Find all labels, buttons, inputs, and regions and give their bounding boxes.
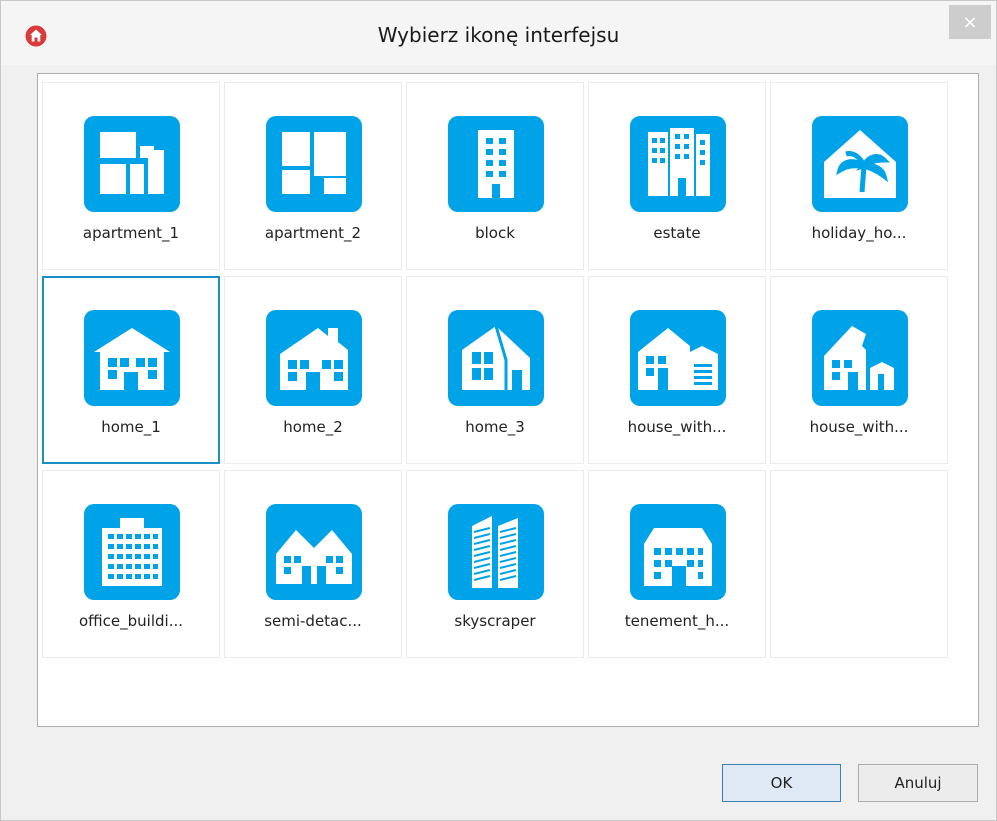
icon-tile-label: apartment_2 xyxy=(264,224,362,242)
icon-tile-label: house_with... xyxy=(627,418,727,436)
title-bar: Wybierz ikonę interfejsu × xyxy=(1,1,996,65)
skyscraper-icon xyxy=(448,504,544,600)
icon-tile[interactable]: apartment_2 xyxy=(224,82,402,270)
estate-icon xyxy=(630,116,726,212)
house-with-annex-icon xyxy=(812,310,908,406)
icon-tile-label: block xyxy=(475,224,515,242)
icon-tile[interactable]: apartment_1 xyxy=(42,82,220,270)
icon-tile-label: skyscraper xyxy=(454,612,536,630)
icon-tile-label: home_2 xyxy=(283,418,343,436)
office-building-icon xyxy=(84,504,180,600)
icon-tile[interactable]: office_buildi... xyxy=(42,470,220,658)
home-1-icon xyxy=(84,310,180,406)
holiday-house-icon xyxy=(812,116,908,212)
icon-tile[interactable]: home_2 xyxy=(224,276,402,464)
cancel-button[interactable]: Anuluj xyxy=(858,764,978,802)
icon-tile[interactable]: holiday_ho... xyxy=(770,82,948,270)
icon-tile[interactable]: house_with... xyxy=(770,276,948,464)
icon-tile-label: tenement_h... xyxy=(624,612,730,630)
ok-button[interactable]: OK xyxy=(722,764,841,802)
icon-tile-label: apartment_1 xyxy=(82,224,180,242)
icon-tile[interactable]: block xyxy=(406,82,584,270)
house-with-garage-icon xyxy=(630,310,726,406)
icon-tile-label: estate xyxy=(653,224,701,242)
icon-grid[interactable]: apartment_1 apartment_2 block estate holiday… xyxy=(37,73,979,727)
apartment-1-icon xyxy=(84,116,180,212)
icon-tile[interactable]: skyscraper xyxy=(406,470,584,658)
close-icon: × xyxy=(962,11,978,33)
icon-tile-label: house_with... xyxy=(809,418,909,436)
icon-tile[interactable]: home_3 xyxy=(406,276,584,464)
icon-tile-label: home_1 xyxy=(101,418,161,436)
icon-tile[interactable]: house_with... xyxy=(588,276,766,464)
icon-tile-label: semi-detac... xyxy=(264,612,362,630)
close-button[interactable]: × xyxy=(949,5,991,39)
icon-tile[interactable]: estate xyxy=(588,82,766,270)
apartment-2-icon xyxy=(266,116,362,212)
icon-tile[interactable]: semi-detac... xyxy=(224,470,402,658)
empty-tile xyxy=(770,470,948,658)
icon-tile-label: holiday_ho... xyxy=(811,224,907,242)
home-3-icon xyxy=(448,310,544,406)
semi-detached-icon xyxy=(266,504,362,600)
icon-tile[interactable]: home_1 xyxy=(42,276,220,464)
icon-tile-label: home_3 xyxy=(465,418,525,436)
tenement-house-icon xyxy=(630,504,726,600)
home-2-icon xyxy=(266,310,362,406)
dialog-title: Wybierz ikonę interfejsu xyxy=(377,23,620,47)
block-icon xyxy=(448,116,544,212)
dialog-window: Wybierz ikonę interfejsu × apartment_1 ap… xyxy=(0,0,997,821)
icon-tile[interactable]: tenement_h... xyxy=(588,470,766,658)
icon-tile-label: office_buildi... xyxy=(78,612,183,630)
